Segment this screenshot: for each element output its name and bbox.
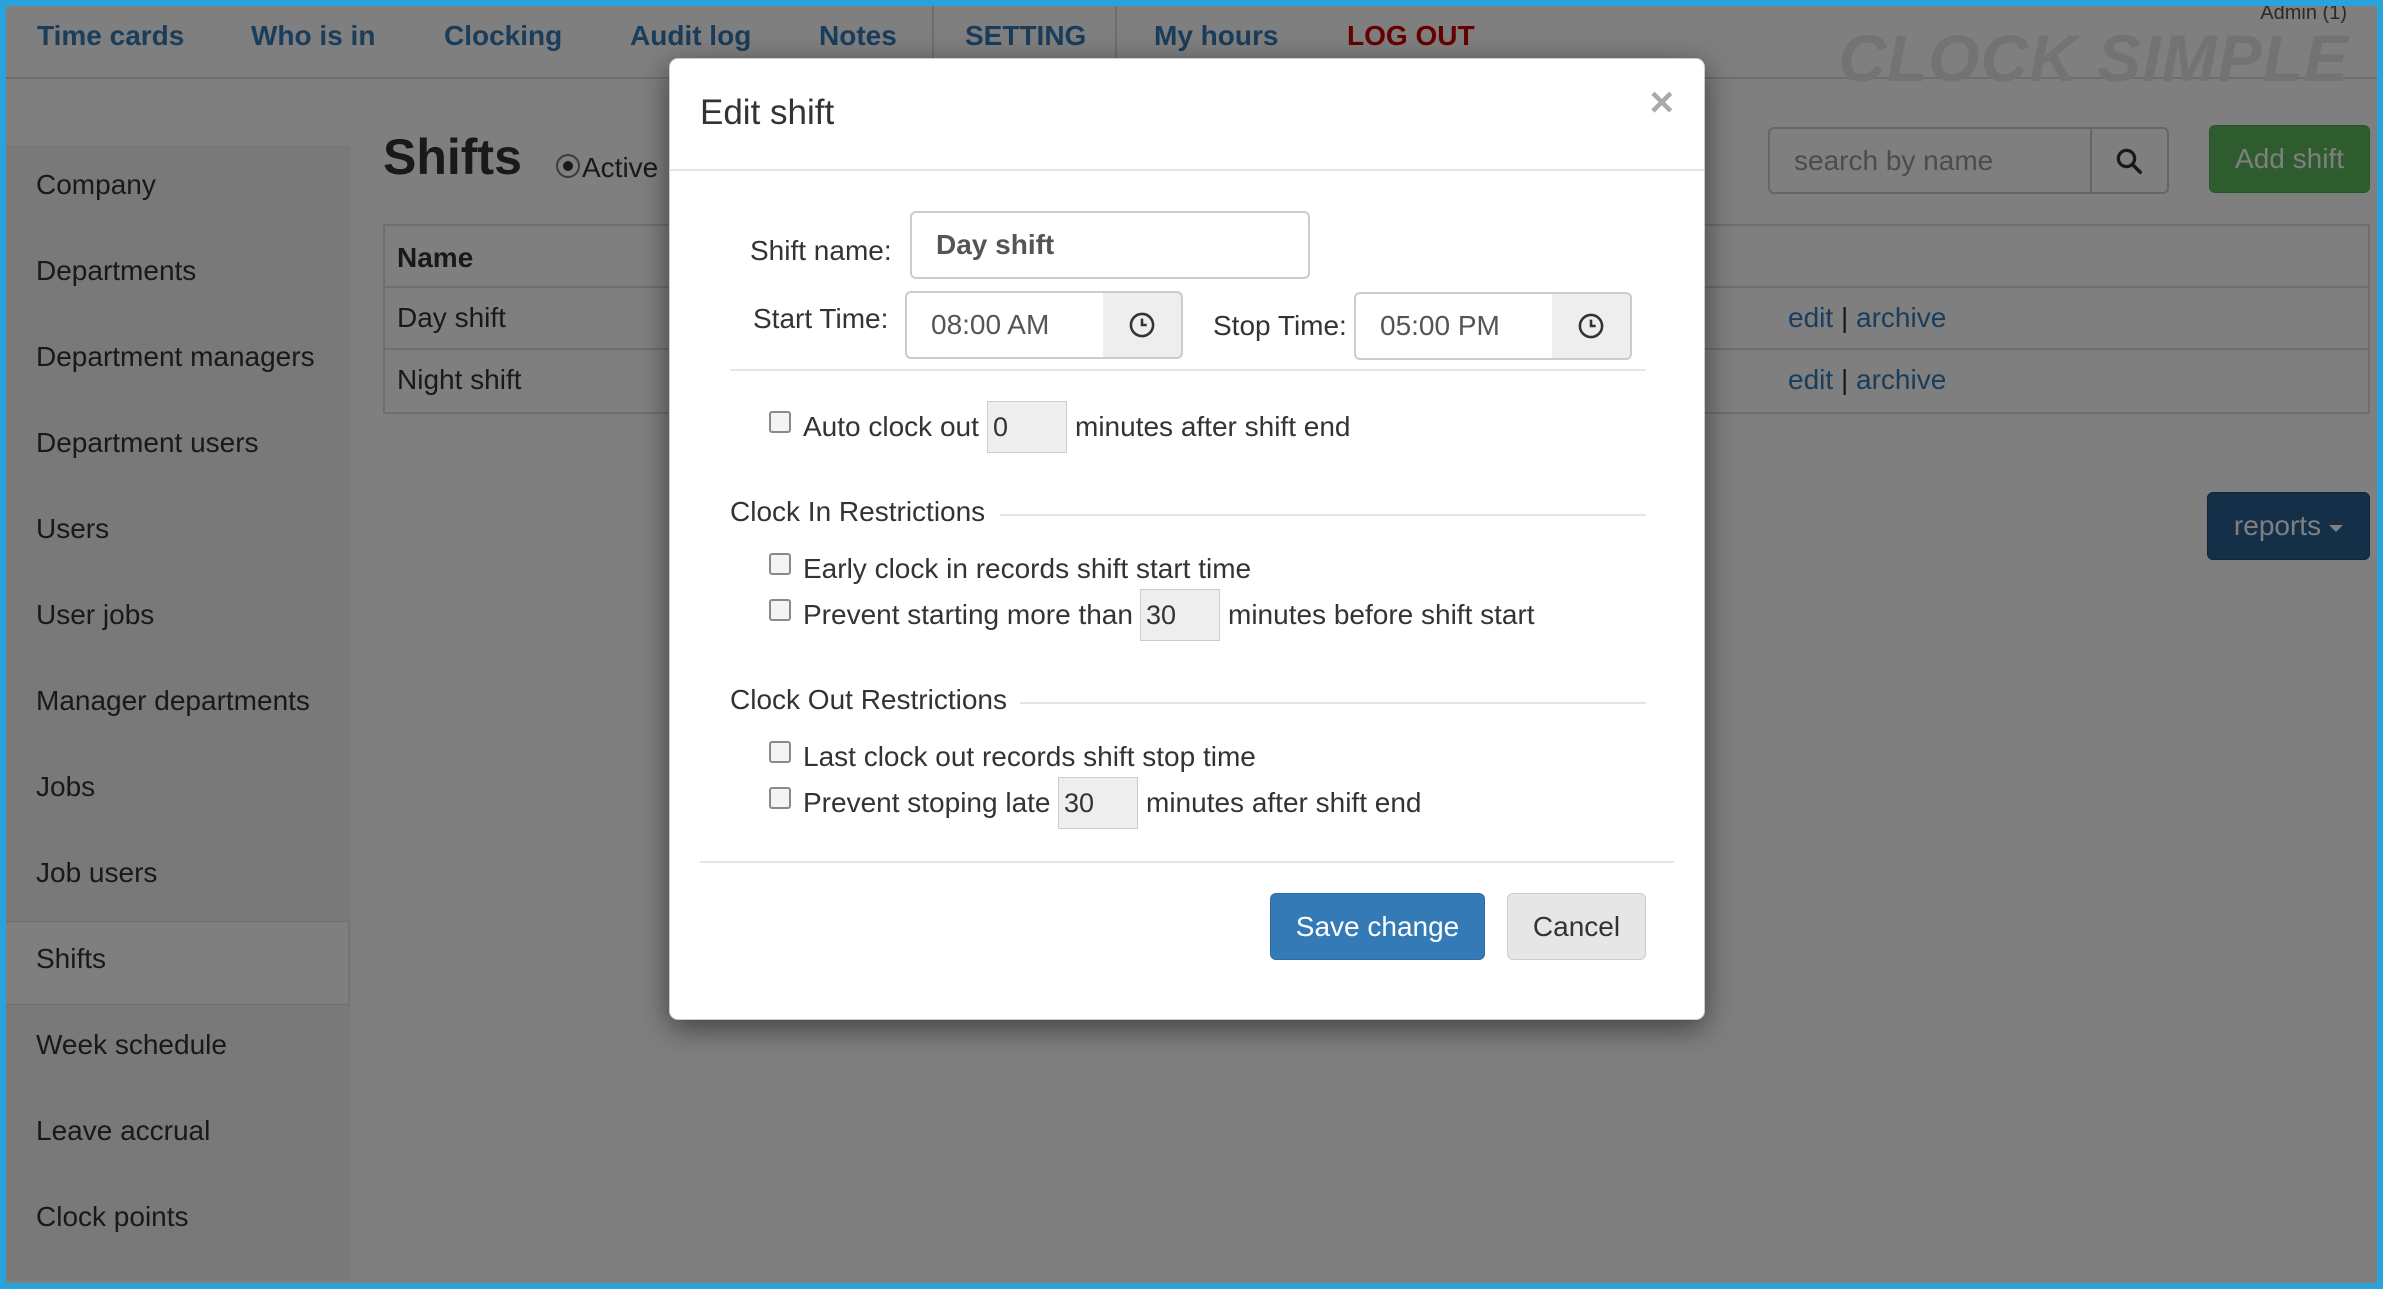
auto-clock-out-minutes-input[interactable]: 0 bbox=[987, 401, 1067, 453]
early-clock-in-checkbox[interactable] bbox=[769, 553, 791, 575]
clock-icon bbox=[1578, 313, 1604, 339]
early-clock-in-label: Early clock in records shift start time bbox=[803, 553, 1252, 584]
auto-clock-out-checkbox[interactable] bbox=[769, 411, 791, 433]
auto-clock-out-label: Auto clock out bbox=[803, 411, 979, 442]
start-time-label: Start Time: bbox=[753, 303, 889, 334]
modal-title: Edit shift bbox=[700, 93, 835, 132]
prevent-late-stop-minutes-input[interactable]: 30 bbox=[1058, 777, 1138, 829]
prevent-early-start-checkbox[interactable] bbox=[769, 599, 791, 621]
stop-time-label: Stop Time: bbox=[1213, 310, 1347, 341]
save-change-button[interactable]: Save change bbox=[1270, 893, 1485, 960]
legend-line bbox=[1000, 514, 1646, 516]
legend-line bbox=[1020, 702, 1646, 704]
time-section-divider bbox=[730, 369, 1646, 371]
modal-footer-divider bbox=[700, 861, 1674, 863]
cancel-button[interactable]: Cancel bbox=[1507, 893, 1646, 960]
last-clock-out-checkbox[interactable] bbox=[769, 741, 791, 763]
clock-icon bbox=[1129, 312, 1155, 338]
shift-name-input[interactable]: Day shift bbox=[910, 211, 1310, 279]
clock-in-restrictions-legend: Clock In Restrictions bbox=[730, 496, 986, 527]
close-icon[interactable]: × bbox=[1649, 81, 1674, 123]
stop-time-input[interactable]: 05:00 PM bbox=[1354, 292, 1554, 360]
prevent-late-stop-label: Prevent stoping late bbox=[803, 787, 1051, 818]
auto-clock-out-suffix: minutes after shift end bbox=[1075, 411, 1351, 442]
last-clock-out-label: Last clock out records shift stop time bbox=[803, 741, 1256, 772]
start-time-input[interactable]: 08:00 AM bbox=[905, 291, 1105, 359]
prevent-late-stop-checkbox[interactable] bbox=[769, 787, 791, 809]
start-time-picker-button[interactable] bbox=[1103, 291, 1183, 359]
edit-shift-modal: Edit shift × Shift name: Day shift Start… bbox=[669, 58, 1705, 1020]
modal-header-divider bbox=[670, 169, 1704, 171]
clock-out-restrictions-legend: Clock Out Restrictions bbox=[730, 684, 1007, 715]
stop-time-picker-button[interactable] bbox=[1552, 292, 1632, 360]
shift-name-label: Shift name: bbox=[750, 235, 892, 266]
prevent-late-stop-suffix: minutes after shift end bbox=[1146, 787, 1422, 818]
prevent-early-start-suffix: minutes before shift start bbox=[1228, 599, 1535, 630]
prevent-early-start-minutes-input[interactable]: 30 bbox=[1140, 589, 1220, 641]
prevent-early-start-label: Prevent starting more than bbox=[803, 599, 1133, 630]
